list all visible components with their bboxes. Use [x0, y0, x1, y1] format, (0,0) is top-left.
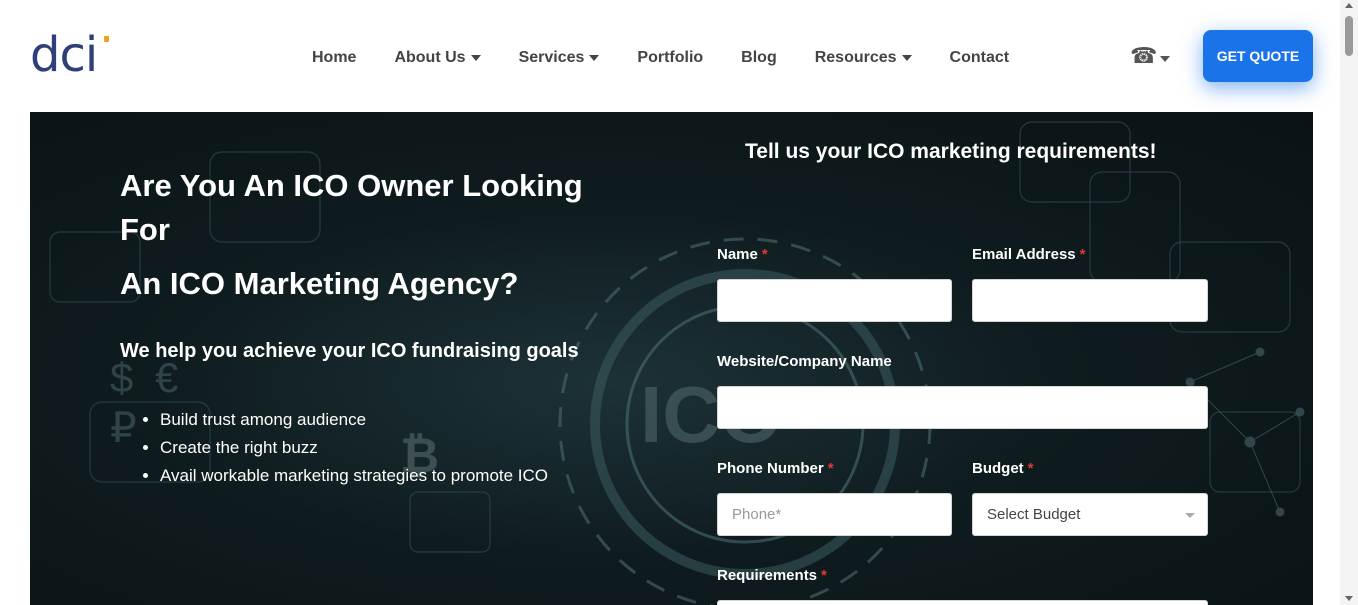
nav-item-contact[interactable]: Contact — [950, 49, 1010, 67]
required-marker: * — [1079, 246, 1086, 263]
budget-label-text: Budget — [972, 460, 1024, 477]
required-marker: * — [1027, 460, 1034, 477]
network-graphic — [1185, 347, 1305, 517]
nav-label: About Us — [394, 49, 466, 66]
budget-select-value: Select Budget — [987, 506, 1081, 523]
caret-down-icon — [470, 55, 481, 61]
list-item: Avail workable marketing strategies to p… — [160, 462, 548, 490]
phone-dropdown[interactable]: ☎ — [1130, 44, 1171, 69]
nav-item-portfolio[interactable]: Portfolio — [637, 49, 703, 67]
nav-label: Contact — [949, 49, 1010, 66]
scroll-up-arrow-icon[interactable] — [1345, 3, 1353, 8]
nav-label: Home — [312, 49, 357, 66]
website-field[interactable] — [717, 386, 1208, 429]
phone-label: Phone Number * — [717, 460, 834, 477]
logo-text: dci — [30, 27, 98, 83]
dci-logo[interactable]: dci — [30, 30, 112, 80]
requirements-field[interactable] — [717, 600, 1208, 605]
main-nav: Home About Us Services Portfolio Blog Re… — [312, 46, 1047, 70]
website-label-text: Website/Company Name — [717, 353, 892, 370]
nav-item-about-us[interactable]: About Us — [394, 49, 481, 67]
budget-label: Budget * — [972, 460, 1034, 477]
ruble-symbol: ₽ — [110, 404, 137, 451]
required-marker: * — [761, 246, 768, 263]
nav-label: Portfolio — [637, 49, 704, 66]
phone-label-text: Phone Number — [717, 460, 824, 477]
email-field[interactable] — [972, 279, 1208, 322]
nav-item-blog[interactable]: Blog — [741, 49, 777, 67]
scroll-thumb[interactable] — [1345, 16, 1353, 56]
list-item: Build trust among audience — [160, 406, 548, 434]
name-label: Name * — [717, 246, 768, 263]
scroll-down-arrow-icon[interactable] — [1345, 596, 1353, 601]
phone-icon: ☎ — [1130, 44, 1158, 69]
logo-accent-dot — [104, 36, 109, 42]
hero-benefits-list: Build trust among audience Create the ri… — [140, 406, 548, 490]
requirements-label-text: Requirements — [717, 567, 818, 584]
caret-down-icon — [1160, 55, 1171, 62]
site-header: dci Home About Us Services Portfolio Blo… — [0, 0, 1340, 112]
get-quote-button[interactable]: GET QUOTE — [1203, 30, 1313, 82]
nav-item-home[interactable]: Home — [312, 49, 356, 67]
required-marker: * — [821, 567, 827, 584]
name-field[interactable] — [717, 279, 952, 322]
website-label: Website/Company Name — [717, 353, 892, 370]
email-label-text: Email Address — [972, 246, 1076, 263]
nav-item-resources[interactable]: Resources — [815, 49, 912, 67]
list-item: Create the right buzz — [160, 434, 548, 462]
caret-down-icon — [589, 55, 600, 61]
form-title: Tell us your ICO marketing requirements! — [745, 140, 1157, 163]
hero-subtitle: We help you achieve your ICO fundraising… — [120, 340, 579, 362]
chevron-down-icon — [1185, 513, 1195, 518]
hero-title: Are You An ICO Owner Looking For — [120, 168, 583, 247]
required-marker: * — [827, 460, 834, 477]
nav-label: Blog — [741, 49, 777, 66]
hero-section: ICO $ € ₽ ₿ Are You An ICO Owner Looking… — [30, 112, 1313, 605]
requirements-label: Requirements * — [717, 567, 827, 584]
nav-label: Resources — [814, 49, 897, 66]
phone-field[interactable] — [717, 493, 952, 536]
budget-select[interactable]: Select Budget — [972, 493, 1208, 536]
name-label-text: Name — [717, 246, 758, 263]
page-scrollbar[interactable] — [1340, 0, 1358, 605]
nav-label: Services — [518, 49, 585, 66]
hero-title-line2: An ICO Marketing Agency? — [120, 266, 519, 301]
email-label: Email Address * — [972, 246, 1086, 263]
caret-down-icon — [901, 55, 912, 61]
nav-item-services[interactable]: Services — [519, 49, 600, 67]
